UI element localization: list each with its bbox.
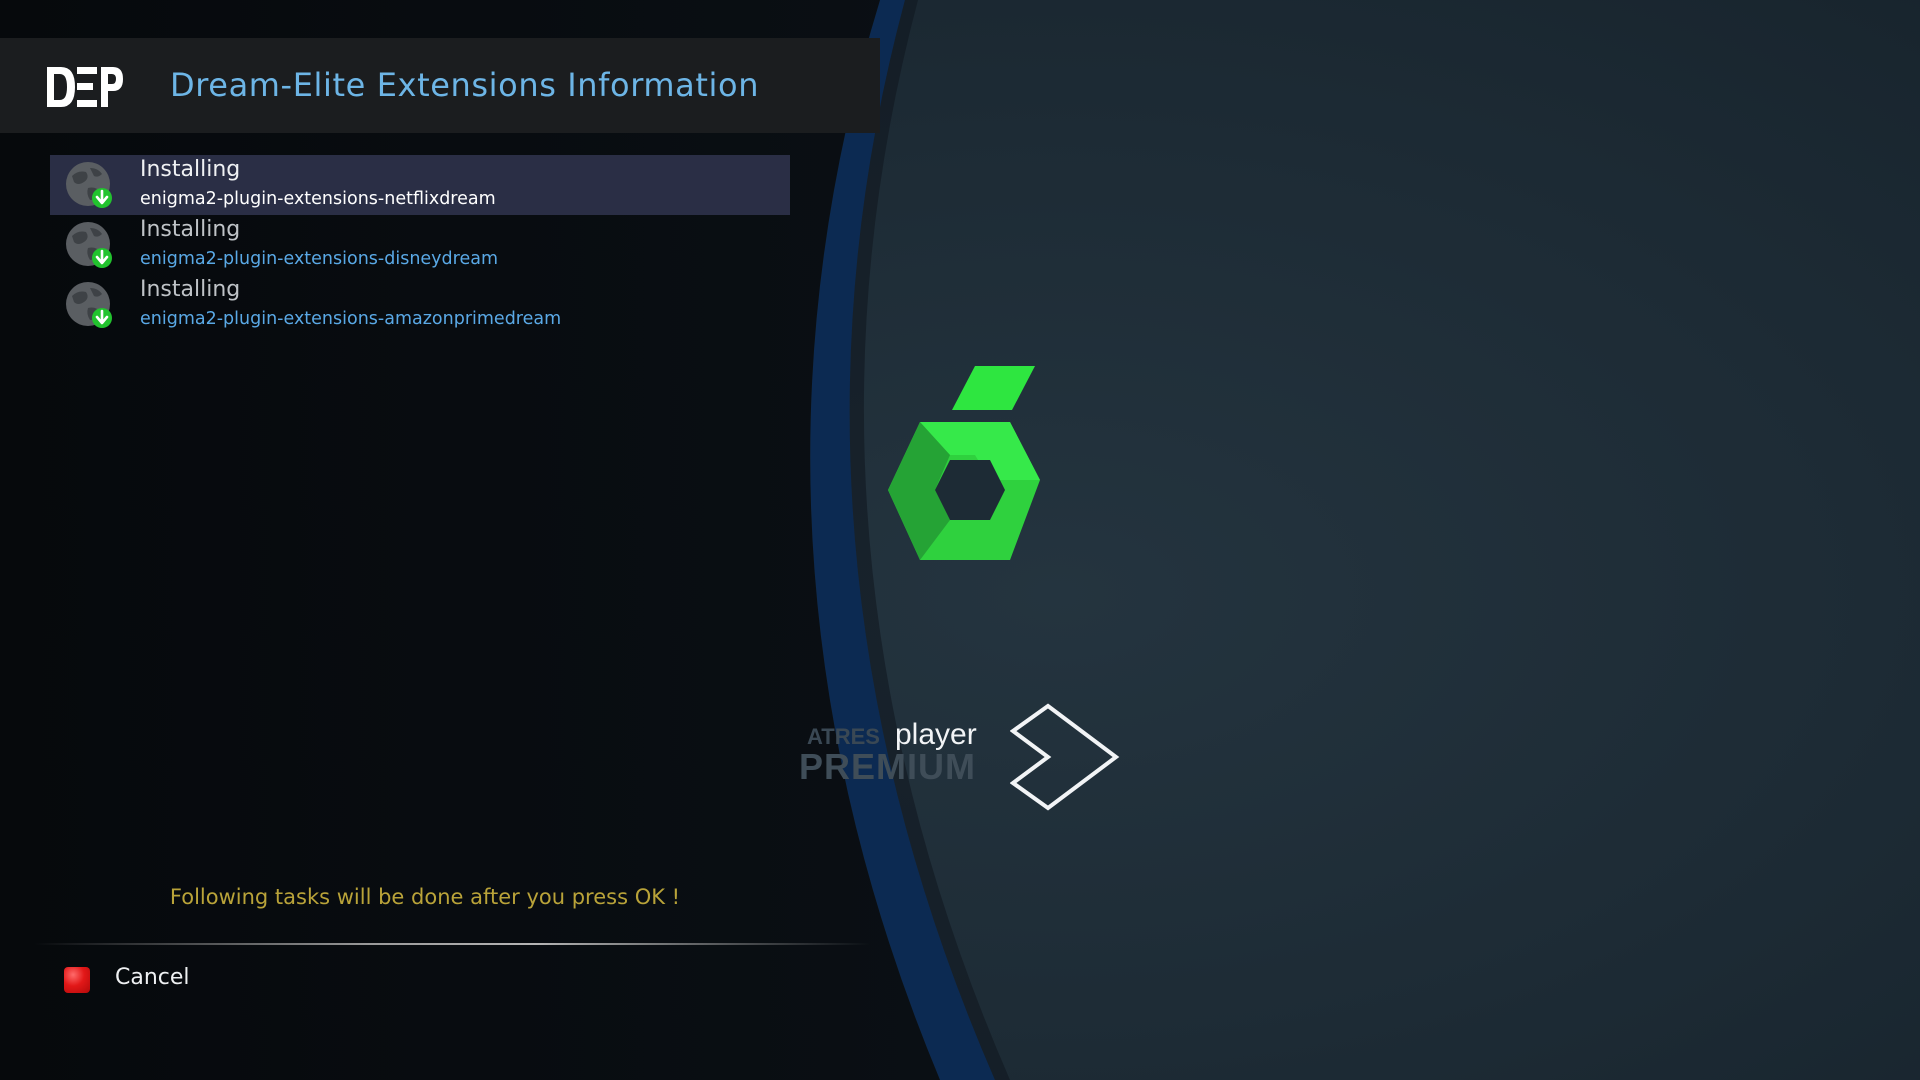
task-package: enigma2-plugin-extensions-disneydream bbox=[140, 249, 498, 269]
task-row[interactable]: Installing enigma2-plugin-extensions-amaz… bbox=[50, 275, 790, 335]
red-key-icon bbox=[64, 967, 90, 993]
task-package: enigma2-plugin-extensions-netflixdream bbox=[140, 189, 496, 209]
globe-download-icon bbox=[66, 282, 112, 328]
task-status: Installing bbox=[140, 217, 241, 242]
play-chevron-icon bbox=[1010, 703, 1120, 811]
task-row[interactable]: Installing enigma2-plugin-extensions-disn… bbox=[50, 215, 790, 275]
task-list[interactable]: Installing enigma2-plugin-extensions-netf… bbox=[50, 155, 790, 335]
footer-note: Following tasks will be done after you p… bbox=[169, 885, 681, 909]
atres-premium-text: PREMIUM bbox=[799, 746, 976, 787]
cancel-button[interactable]: Cancel bbox=[115, 965, 190, 990]
dialog-title: Dream-Elite Extensions Information bbox=[170, 66, 760, 104]
divider bbox=[35, 943, 870, 945]
globe-download-icon bbox=[66, 222, 112, 268]
task-status: Installing bbox=[140, 277, 241, 302]
screen: Dream-Elite Extensions Information Insta… bbox=[0, 0, 1920, 1080]
task-package: enigma2-plugin-extensions-amazonprimedre… bbox=[140, 309, 562, 329]
globe-download-icon bbox=[66, 162, 112, 208]
atresplayer-premium-logo: ATRES player PREMIUM bbox=[795, 700, 1125, 815]
task-status: Installing bbox=[140, 157, 241, 182]
task-row[interactable]: Installing enigma2-plugin-extensions-netf… bbox=[50, 155, 790, 215]
channel-logo-green-6 bbox=[888, 366, 1040, 560]
dep-logo bbox=[47, 67, 123, 107]
